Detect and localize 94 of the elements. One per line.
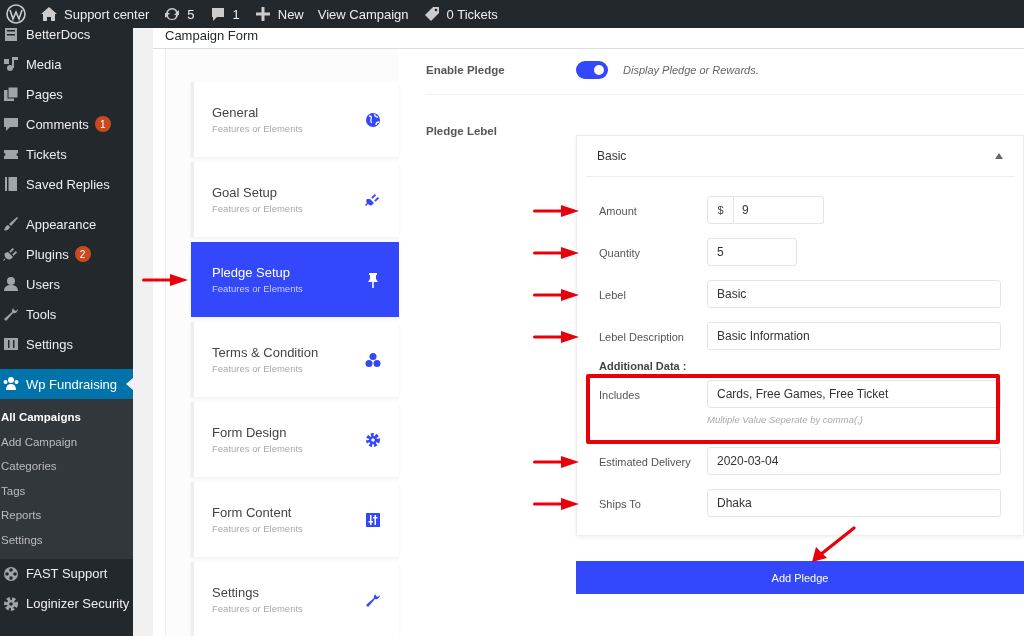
sidebar-menu-item[interactable]: Wp Fundraising <box>0 369 133 399</box>
sidebar-menu-item[interactable]: Comments 1 <box>0 109 133 139</box>
step-title: Form Design <box>212 425 287 440</box>
toggle-description: Display Pledge or Rewards. <box>623 63 759 76</box>
submenu-item[interactable]: Add Campaign <box>0 429 133 455</box>
sidebar-menu-item[interactable]: Tools <box>0 299 133 329</box>
site-link[interactable]: Support center <box>40 5 150 23</box>
menu-pointer <box>126 378 133 390</box>
currency-prefix: $ <box>707 196 734 224</box>
new-link[interactable]: New <box>253 5 304 23</box>
accordion-title: Basic <box>597 149 627 163</box>
toggle-switch[interactable] <box>576 60 608 79</box>
sidebar-menu-item[interactable]: Loginizer Security <box>0 588 133 619</box>
step-tab[interactable]: Goal Setup Features or Elements <box>191 162 399 237</box>
submenu-item[interactable]: Reports <box>0 503 133 528</box>
music-note-icon <box>2 55 20 73</box>
people-icon <box>2 375 20 393</box>
updates-link[interactable]: 5 <box>163 5 195 23</box>
tickets-link[interactable]: 0 Tickets <box>422 5 498 23</box>
count-badge: 2 <box>74 246 91 262</box>
field-label: Enable Pledge <box>426 63 506 76</box>
step-subtitle: Features or Elements <box>212 603 303 614</box>
sidebar-menu-item[interactable]: Media <box>0 49 133 79</box>
step-tab[interactable]: Form Content Features or Elements <box>191 482 399 557</box>
sidebar-menu-item[interactable]: Tickets <box>0 139 133 169</box>
input-field[interactable]: 2020-03-04 <box>707 447 1001 475</box>
field-label: Includes <box>599 388 641 401</box>
refresh-icon <box>163 5 182 23</box>
add-pledge-button[interactable]: Add Pledge <box>576 561 1024 594</box>
sidebar-menu-item[interactable]: Saved Replies <box>0 169 133 209</box>
step-subtitle: Features or Elements <box>212 283 303 294</box>
submenu-item[interactable]: Settings <box>0 527 133 553</box>
input-field[interactable]: Basic Information <box>707 322 1001 350</box>
step-tab[interactable]: Form Design Features or Elements <box>191 402 399 477</box>
wrench-icon <box>2 305 20 323</box>
step-tab[interactable]: Settings Features or Elements <box>191 562 399 636</box>
sidebar-menu-item[interactable]: Settings <box>0 329 133 369</box>
pushpin-icon <box>365 271 381 288</box>
step-subtitle: Features or Elements <box>212 123 303 134</box>
sidebar-menu-item[interactable]: Users <box>0 269 133 299</box>
submenu-item[interactable]: Tags <box>0 478 133 504</box>
sidebar-menu-item[interactable]: Plugins 2 <box>0 239 133 269</box>
gear-icon <box>365 431 381 448</box>
step-subtitle: Features or Elements <box>212 523 303 534</box>
speech-bubble-icon <box>2 115 20 133</box>
step-title: Terms & Condition <box>212 345 319 360</box>
step-subtitle: Features or Elements <box>212 203 303 214</box>
step-title: Pledge Setup <box>212 265 291 280</box>
step-title: Goal Setup <box>212 185 278 200</box>
home-icon <box>40 5 58 23</box>
comments-link[interactable]: 1 <box>208 5 240 23</box>
view-campaign-link[interactable]: View Campaign <box>317 6 409 22</box>
globe-icon <box>365 111 381 128</box>
plug-icon <box>2 245 20 263</box>
step-title: General <box>212 105 259 120</box>
sliders-icon <box>365 511 381 528</box>
field-label: Lebel Description <box>599 330 685 343</box>
accordion-header[interactable]: Basic <box>586 136 1015 177</box>
sidebar-menu-item[interactable]: FAST Support <box>0 558 133 589</box>
paintbrush-icon <box>2 215 20 233</box>
submenu-item[interactable]: Categories <box>0 454 133 479</box>
input-field[interactable]: Basic <box>707 280 1001 308</box>
input-field[interactable]: 5 <box>707 238 797 266</box>
logo-icon[interactable] <box>6 4 26 24</box>
input-field[interactable]: Cards, Free Games, Free Ticket <box>707 380 1001 408</box>
plug-icon <box>365 191 381 208</box>
page-title: Campaign Form <box>165 28 259 43</box>
arrow-annotation <box>142 274 188 286</box>
field-label: Lebel <box>599 288 627 301</box>
sidebar-menu-item[interactable]: BetterDocs <box>0 28 133 49</box>
submenu-item[interactable]: All Campaigns <box>0 405 133 430</box>
field-hint: Multiple Value Seperate by comma(,) <box>707 414 864 425</box>
input-field[interactable]: Dhaka <box>707 489 1001 517</box>
wrench-icon <box>365 591 381 608</box>
step-subtitle: Features or Elements <box>212 363 303 374</box>
user-icon <box>2 275 20 293</box>
field-label: Estimated Delivery <box>599 455 692 468</box>
count-badge: 1 <box>94 116 111 132</box>
field-label: Pledge Lebel <box>426 125 498 139</box>
sidebar-menu-item[interactable]: Pages <box>0 79 133 109</box>
step-tab[interactable]: Terms & Condition Features or Elements <box>191 322 399 397</box>
sidebar-menu-item[interactable]: Appearance <box>0 209 133 239</box>
section-heading: Additional Data : <box>599 360 688 372</box>
field-label: Amount <box>599 204 638 217</box>
three-circles-icon <box>365 351 381 368</box>
field-label: Quantity <box>599 246 641 259</box>
step-subtitle: Features or Elements <box>212 443 303 454</box>
caret-icon <box>995 153 1003 159</box>
step-tab[interactable]: General Features or Elements <box>191 82 399 157</box>
input-field[interactable]: 9 <box>734 196 824 224</box>
field-label: Ships To <box>599 497 642 510</box>
plus-icon <box>253 5 272 23</box>
step-title: Form Content <box>212 505 292 520</box>
step-title: Settings <box>212 585 259 600</box>
